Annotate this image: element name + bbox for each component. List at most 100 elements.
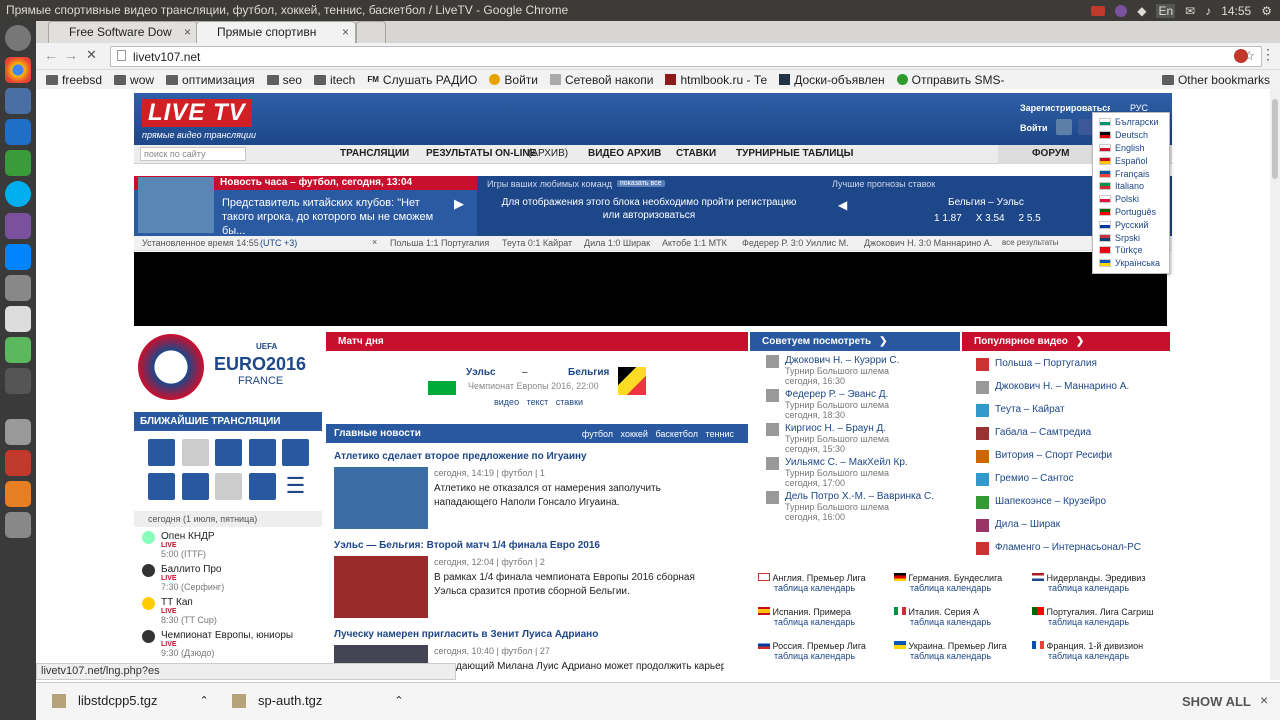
bookmark-wow[interactable]: wow <box>114 73 154 87</box>
app-icon[interactable] <box>5 88 31 114</box>
news-item[interactable]: Атлетико сделает второе предложение по И… <box>334 451 744 529</box>
news-thumb[interactable] <box>334 556 428 618</box>
search-input[interactable]: поиск по сайту <box>140 147 246 161</box>
bookmark-htmlbook[interactable]: htmlbook.ru - Те <box>665 73 767 87</box>
list-item[interactable]: Джокович Н. – Куэрри С. Турнир Большого ш… <box>766 355 956 386</box>
nav-results[interactable]: РЕЗУЛЬТАТЫ ON-LINE <box>426 148 536 159</box>
bookmark-radio[interactable]: FM Слушать РАДИО <box>367 73 477 87</box>
athletics-icon[interactable] <box>249 473 276 500</box>
league-item[interactable]: Германия. Бундеслига таблица календарь <box>894 573 1002 593</box>
chevron-right-icon[interactable]: ❯ <box>879 336 887 347</box>
basketball-icon[interactable] <box>215 439 242 466</box>
bookmark-freebsd[interactable]: freebsd <box>46 73 102 87</box>
list-item[interactable]: Витория – Спорт Ресифи <box>976 450 1166 463</box>
ticker-item[interactable]: Дила 1:0 Ширак <box>584 238 650 248</box>
vk-icon[interactable] <box>1056 119 1072 135</box>
drive-icon[interactable] <box>5 275 31 301</box>
site-logo[interactable]: LIVE TV <box>142 99 252 127</box>
league-item[interactable]: Франция. 1-й дивизион таблица календарь <box>1032 641 1143 661</box>
stop-icon[interactable]: ✕ <box>86 47 97 63</box>
list-item[interactable]: ТТ Кап LIVE 8:30 (TT Cup) <box>142 597 322 625</box>
language-option[interactable]: Українська <box>1093 257 1169 270</box>
bookmark-sms[interactable]: Отправить SMS- <box>896 73 1004 87</box>
all-results-link[interactable]: все результаты <box>1002 238 1058 247</box>
language-option[interactable]: Türkçe <box>1093 244 1169 257</box>
league-item[interactable]: Россия. Премьер Лига таблица календарь <box>758 641 866 661</box>
news-of-hour[interactable]: Новость часа – футбол, сегодня, 13:04 Пр… <box>134 176 477 237</box>
league-item[interactable]: Англия. Премьер Лига таблица календарь <box>758 573 866 593</box>
language-option[interactable]: Français <box>1093 167 1169 180</box>
list-item[interactable]: Чемпионат Европы, юниоры LIVE 9:30 (Дзюдо) <box>142 630 322 658</box>
clock[interactable]: 14:55 <box>1221 4 1251 18</box>
rugby-icon[interactable] <box>215 473 242 500</box>
news-filter-tabs[interactable]: футбол хоккей баскетбол теннис <box>582 429 734 439</box>
list-item[interactable]: Уильямс С. – МакХейл Кр. Турнир Большого … <box>766 457 956 488</box>
ticker-item[interactable]: Актобе 1:1 МТК <box>662 238 727 248</box>
download-item[interactable]: libstdcpp5.tgz ⌃ <box>52 693 209 708</box>
close-icon[interactable]: × <box>342 25 349 39</box>
ticker-item[interactable]: Джокович Н. 3:0 Маннарино А. <box>864 238 992 248</box>
euro-banner[interactable]: UEFA EURO2016 FRANCE <box>134 332 322 412</box>
keyboard-layout[interactable]: En <box>1156 3 1176 18</box>
tab-livetv[interactable]: Прямые спортивн × <box>196 21 356 43</box>
list-item[interactable]: Джокович Н. – Маннарино А. <box>976 381 1166 394</box>
list-item[interactable]: Польша – Португалия <box>976 358 1166 371</box>
login-link[interactable]: Войти <box>1020 123 1047 133</box>
list-item[interactable]: Габала – Самтредиа <box>976 427 1166 440</box>
language-option[interactable]: Italiano <box>1093 180 1169 193</box>
volume-icon[interactable]: ♪ <box>1205 4 1211 18</box>
list-item[interactable]: Теута – Кайрат <box>976 404 1166 417</box>
editor-icon[interactable] <box>5 306 31 332</box>
tab-free-software[interactable]: Free Software Dow × <box>48 21 198 43</box>
list-item[interactable]: Федерер Р. – Эванс Д. Турнир Большого шле… <box>766 389 956 420</box>
language-option[interactable]: Русский <box>1093 218 1169 231</box>
list-item[interactable]: Опен КНДР LIVE 5:00 (ITTF) <box>142 531 322 559</box>
match-day[interactable]: Уэльс – Бельгия Чемпионат Европы 2016, 2… <box>326 351 748 421</box>
bet-match[interactable]: Бельгия – Уэльс <box>948 197 1024 208</box>
bookmark-login[interactable]: Войти <box>489 73 538 87</box>
news-item[interactable]: Уэльс — Бельгия: Второй матч 1/4 финала … <box>334 540 744 618</box>
language-option[interactable]: Deutsch <box>1093 129 1169 142</box>
language-option[interactable]: Português <box>1093 206 1169 219</box>
language-option[interactable]: Polski <box>1093 193 1169 206</box>
gear-icon[interactable]: ⚙ <box>1261 4 1272 18</box>
teamviewer-icon[interactable] <box>5 119 31 145</box>
chevron-left-icon[interactable]: ◀ <box>838 198 847 212</box>
racing-icon[interactable] <box>182 473 209 500</box>
list-item[interactable]: Гремио – Сантос <box>976 473 1166 486</box>
messenger-icon[interactable] <box>5 244 31 270</box>
ticker-item[interactable]: Федерер Р. 3:0 Уиллис М. <box>742 238 849 248</box>
address-bar[interactable]: livetv107.net ☆ <box>110 46 1262 67</box>
close-icon[interactable]: × <box>184 25 191 39</box>
language-option[interactable]: Srpski <box>1093 231 1169 244</box>
nav-tables[interactable]: ТУРНИРНЫЕ ТАБЛИЦЫ <box>736 148 853 159</box>
chevron-right-icon[interactable]: ▶ <box>454 196 464 212</box>
nav-forum[interactable]: ФОРУМ <box>1032 148 1069 159</box>
list-item[interactable]: Шапекоэнсе – Крузейро <box>976 496 1166 509</box>
language-option[interactable]: Español <box>1093 154 1169 167</box>
scrollbar-thumb[interactable] <box>1272 99 1278 179</box>
extension-icon[interactable] <box>1234 49 1248 63</box>
new-tab-button[interactable] <box>356 21 386 43</box>
disk-icon[interactable] <box>5 419 31 445</box>
news-item[interactable]: Луческу намерен пригласить в Зенит Луиса… <box>334 629 744 675</box>
list-item[interactable]: Дель Потро Х.-М. – Вавринка С. Турнир Бол… <box>766 491 956 522</box>
list-item[interactable]: Киргиос Н. – Браун Д. Турнир Большого шле… <box>766 423 956 454</box>
bookmark-itech[interactable]: itech <box>313 73 355 87</box>
tools-icon[interactable] <box>5 337 31 363</box>
league-item[interactable]: Португалия. Лига Сагриш таблица календарь <box>1032 607 1153 627</box>
more-sports-icon[interactable]: ☰ <box>282 473 309 500</box>
spreadsheet-icon[interactable] <box>5 150 31 176</box>
match-links[interactable]: видео текст ставки <box>494 397 583 407</box>
league-item[interactable]: Испания. Примера таблица календарь <box>758 607 855 627</box>
scrollbar[interactable] <box>1270 89 1280 680</box>
close-icon[interactable]: × <box>372 237 377 247</box>
viber-icon[interactable] <box>5 213 31 239</box>
chevron-right-icon[interactable]: ❯ <box>1076 336 1084 347</box>
terminal-icon[interactable] <box>5 368 31 394</box>
language-option[interactable]: English <box>1093 142 1169 155</box>
ticker-item[interactable]: Теута 0:1 Кайрат <box>502 238 572 248</box>
league-item[interactable]: Италия. Серия Атаблица календарь <box>894 607 991 627</box>
bookmark-other[interactable]: Other bookmarks <box>1161 73 1270 87</box>
language-option[interactable]: Български <box>1093 116 1169 129</box>
